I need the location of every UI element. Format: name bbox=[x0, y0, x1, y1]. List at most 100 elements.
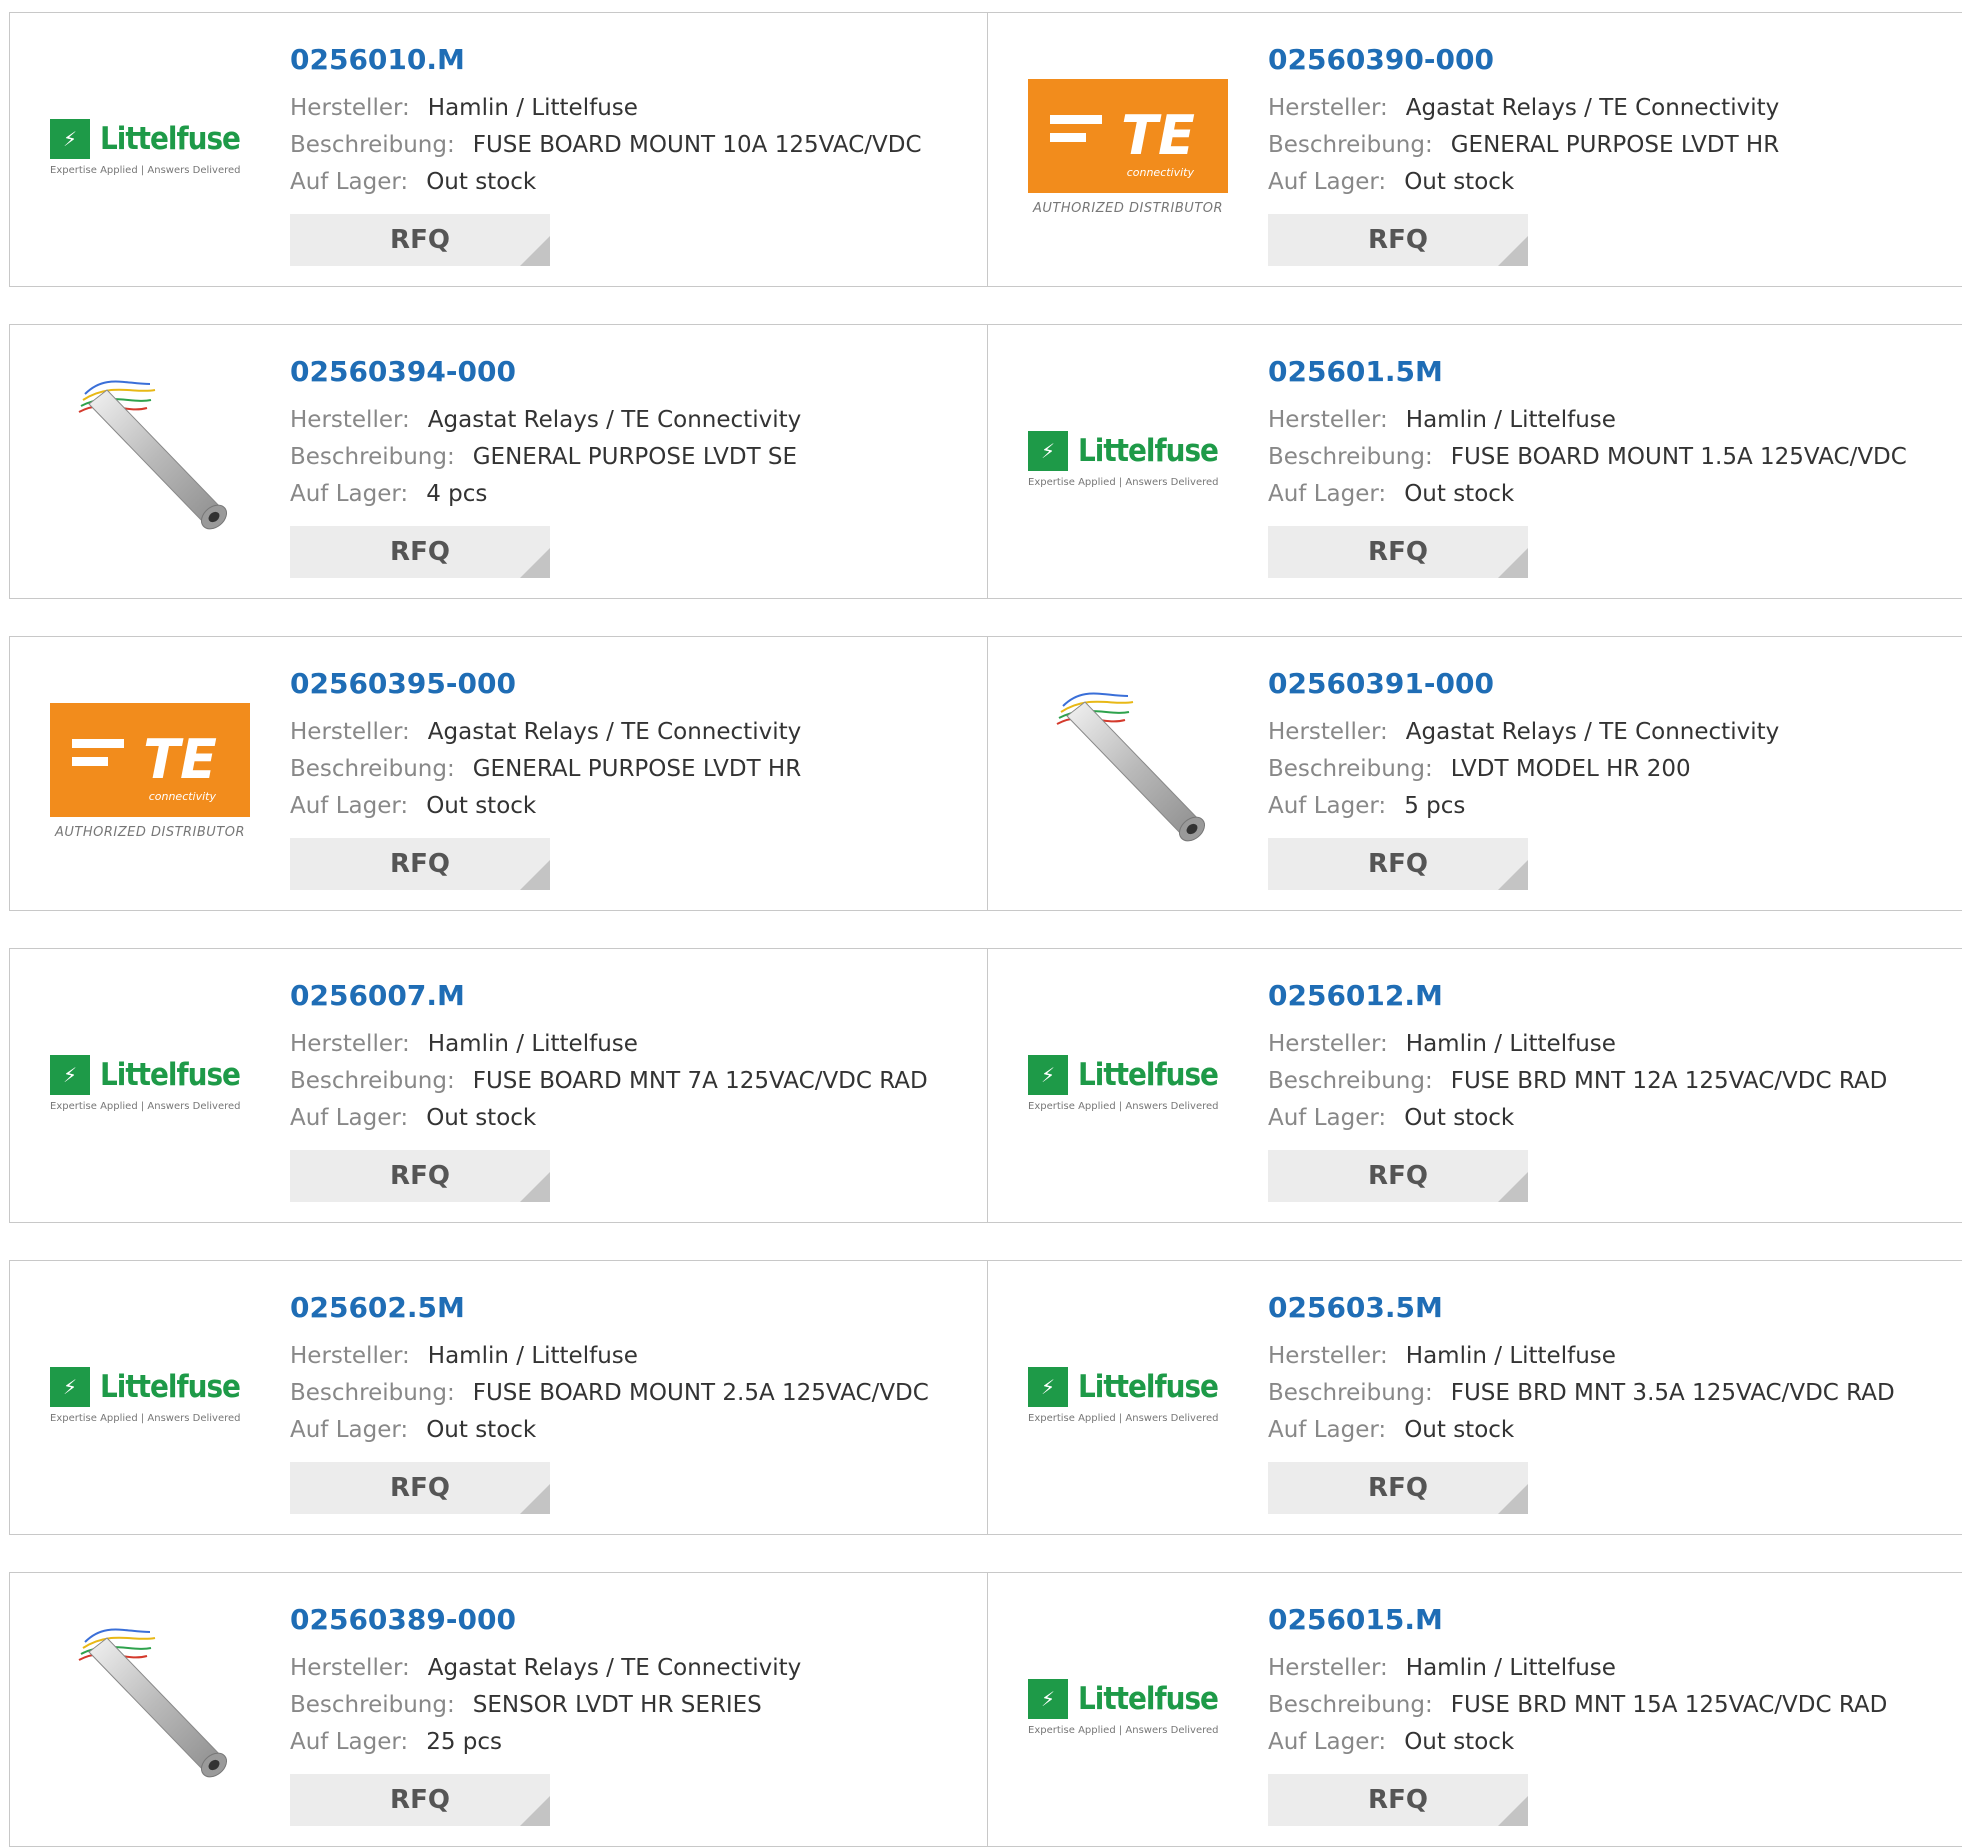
stock-label: Auf Lager: bbox=[1268, 481, 1387, 507]
rfq-button[interactable]: RFQ bbox=[1268, 1150, 1528, 1202]
rfq-button-label: RFQ bbox=[390, 537, 450, 567]
manufacturer-value: Hamlin / Littelfuse bbox=[1405, 1031, 1616, 1057]
stock-label: Auf Lager: bbox=[290, 793, 409, 819]
rfq-button[interactable]: RFQ bbox=[1268, 526, 1528, 578]
part-number-link[interactable]: 025601.5M bbox=[1268, 355, 1443, 388]
product-card: ⚡ Littelfuse Expertise Applied | Answers D… bbox=[9, 12, 988, 287]
product-card: 02560389-000 Hersteller: Agastat Relays / … bbox=[9, 1572, 988, 1847]
littelfuse-tagline: Expertise Applied | Answers Delivered bbox=[1028, 1724, 1219, 1736]
stock-row: Auf Lager: 4 pcs bbox=[290, 481, 487, 507]
product-thumbnail[interactable]: ⚡ Littelfuse Expertise Applied | Answers D… bbox=[50, 47, 250, 247]
product-card: TE connectivity AUTHORIZED DISTRIBUTOR 0256… bbox=[987, 12, 1962, 287]
rfq-button[interactable]: RFQ bbox=[1268, 1774, 1528, 1826]
product-thumbnail[interactable] bbox=[50, 359, 250, 559]
part-number-link[interactable]: 0256015.M bbox=[1268, 1603, 1443, 1636]
stock-value: Out stock bbox=[426, 1417, 537, 1443]
rfq-corner-icon bbox=[1498, 548, 1528, 578]
part-number-link[interactable]: 02560391-000 bbox=[1268, 667, 1494, 700]
description-label: Beschreibung: bbox=[290, 444, 455, 470]
manufacturer-row: Hersteller: Agastat Relays / TE Connectiv… bbox=[290, 1655, 801, 1681]
manufacturer-label: Hersteller: bbox=[290, 407, 410, 433]
product-thumbnail[interactable]: ⚡ Littelfuse Expertise Applied | Answers D… bbox=[1028, 1607, 1228, 1807]
part-number-link[interactable]: 0256010.M bbox=[290, 43, 465, 76]
littelfuse-wordmark: Littelfuse bbox=[100, 1368, 241, 1405]
part-number-link[interactable]: 02560389-000 bbox=[290, 1603, 516, 1636]
rfq-button-label: RFQ bbox=[1368, 225, 1428, 255]
description-row: Beschreibung: GENERAL PURPOSE LVDT HR bbox=[1268, 132, 1779, 158]
littelfuse-logo: ⚡ Littelfuse Expertise Applied | Answers D… bbox=[50, 118, 250, 176]
part-number-link[interactable]: 025602.5M bbox=[290, 1291, 465, 1324]
stock-value: Out stock bbox=[426, 1105, 537, 1131]
littelfuse-mark-icon: ⚡ bbox=[50, 118, 90, 159]
stock-row: Auf Lager: Out stock bbox=[290, 1417, 536, 1443]
littelfuse-tagline: Expertise Applied | Answers Delivered bbox=[1028, 1100, 1219, 1112]
product-grid: ⚡ Littelfuse Expertise Applied | Answers D… bbox=[0, 0, 1962, 1847]
product-thumbnail[interactable]: TE connectivity AUTHORIZED DISTRIBUTOR bbox=[1028, 47, 1228, 247]
manufacturer-value: Hamlin / Littelfuse bbox=[427, 1343, 638, 1369]
product-thumbnail[interactable]: ⚡ Littelfuse Expertise Applied | Answers D… bbox=[50, 1295, 250, 1495]
part-number-link[interactable]: 025603.5M bbox=[1268, 1291, 1443, 1324]
manufacturer-label: Hersteller: bbox=[290, 1343, 410, 1369]
description-label: Beschreibung: bbox=[290, 1380, 455, 1406]
littelfuse-wordmark: Littelfuse bbox=[1078, 1680, 1219, 1717]
manufacturer-row: Hersteller: Hamlin / Littelfuse bbox=[290, 95, 638, 121]
part-number-link[interactable]: 0256007.M bbox=[290, 979, 465, 1012]
product-thumbnail[interactable]: TE connectivity AUTHORIZED DISTRIBUTOR bbox=[50, 671, 250, 871]
littelfuse-logo-mark-row: ⚡ Littelfuse bbox=[1028, 1678, 1228, 1719]
part-number-link[interactable]: 0256012.M bbox=[1268, 979, 1443, 1012]
rfq-button[interactable]: RFQ bbox=[1268, 1462, 1528, 1514]
product-thumbnail[interactable]: ⚡ Littelfuse Expertise Applied | Answers D… bbox=[1028, 359, 1228, 559]
rfq-corner-icon bbox=[520, 548, 550, 578]
product-thumbnail[interactable] bbox=[1028, 671, 1228, 871]
littelfuse-tagline: Expertise Applied | Answers Delivered bbox=[50, 1100, 241, 1112]
stock-label: Auf Lager: bbox=[290, 169, 409, 195]
littelfuse-tagline: Expertise Applied | Answers Delivered bbox=[1028, 476, 1219, 488]
stock-value: Out stock bbox=[1404, 1729, 1515, 1755]
description-value: LVDT MODEL HR 200 bbox=[1450, 756, 1691, 782]
product-thumbnail[interactable]: ⚡ Littelfuse Expertise Applied | Answers D… bbox=[50, 983, 250, 1183]
product-card: ⚡ Littelfuse Expertise Applied | Answers D… bbox=[9, 948, 988, 1223]
rfq-button[interactable]: RFQ bbox=[1268, 838, 1528, 890]
te-wordmark: TE bbox=[143, 728, 217, 791]
te-connectivity-logo: TE connectivity AUTHORIZED DISTRIBUTOR bbox=[1028, 78, 1228, 216]
littelfuse-wordmark: Littelfuse bbox=[1078, 1368, 1219, 1405]
description-label: Beschreibung: bbox=[1268, 1380, 1433, 1406]
manufacturer-label: Hersteller: bbox=[290, 95, 410, 121]
te-logo-box: TE connectivity bbox=[50, 702, 250, 817]
rfq-button-label: RFQ bbox=[390, 1785, 450, 1815]
product-card: ⚡ Littelfuse Expertise Applied | Answers D… bbox=[987, 1260, 1962, 1535]
rfq-button[interactable]: RFQ bbox=[290, 214, 550, 266]
stock-label: Auf Lager: bbox=[1268, 793, 1387, 819]
product-thumbnail[interactable]: ⚡ Littelfuse Expertise Applied | Answers D… bbox=[1028, 1295, 1228, 1495]
stock-value: Out stock bbox=[1404, 169, 1515, 195]
manufacturer-label: Hersteller: bbox=[1268, 719, 1388, 745]
rfq-button[interactable]: RFQ bbox=[290, 1462, 550, 1514]
description-label: Beschreibung: bbox=[1268, 1692, 1433, 1718]
stock-row: Auf Lager: Out stock bbox=[290, 169, 536, 195]
product-card: TE connectivity AUTHORIZED DISTRIBUTOR 0256… bbox=[9, 636, 988, 911]
part-number-link[interactable]: 02560395-000 bbox=[290, 667, 516, 700]
stock-label: Auf Lager: bbox=[1268, 1729, 1387, 1755]
rfq-button-label: RFQ bbox=[390, 849, 450, 879]
te-logo-box: TE connectivity bbox=[1028, 78, 1228, 193]
rfq-button[interactable]: RFQ bbox=[1268, 214, 1528, 266]
rfq-button-label: RFQ bbox=[390, 225, 450, 255]
rfq-button[interactable]: RFQ bbox=[290, 526, 550, 578]
rfq-button[interactable]: RFQ bbox=[290, 1150, 550, 1202]
manufacturer-value: Agastat Relays / TE Connectivity bbox=[1405, 719, 1780, 745]
description-label: Beschreibung: bbox=[1268, 756, 1433, 782]
rfq-corner-icon bbox=[520, 1172, 550, 1202]
part-number-link[interactable]: 02560390-000 bbox=[1268, 43, 1494, 76]
description-value: FUSE BOARD MOUNT 1.5A 125VAC/VDC bbox=[1450, 444, 1907, 470]
description-value: FUSE BOARD MOUNT 2.5A 125VAC/VDC bbox=[472, 1380, 929, 1406]
rfq-button[interactable]: RFQ bbox=[290, 838, 550, 890]
stock-label: Auf Lager: bbox=[290, 1105, 409, 1131]
rfq-button[interactable]: RFQ bbox=[290, 1774, 550, 1826]
manufacturer-label: Hersteller: bbox=[1268, 1031, 1388, 1057]
product-thumbnail[interactable] bbox=[50, 1607, 250, 1807]
stock-row: Auf Lager: Out stock bbox=[290, 1105, 536, 1131]
stock-label: Auf Lager: bbox=[290, 1729, 409, 1755]
part-number-link[interactable]: 02560394-000 bbox=[290, 355, 516, 388]
stock-row: Auf Lager: 5 pcs bbox=[1268, 793, 1465, 819]
product-thumbnail[interactable]: ⚡ Littelfuse Expertise Applied | Answers D… bbox=[1028, 983, 1228, 1183]
